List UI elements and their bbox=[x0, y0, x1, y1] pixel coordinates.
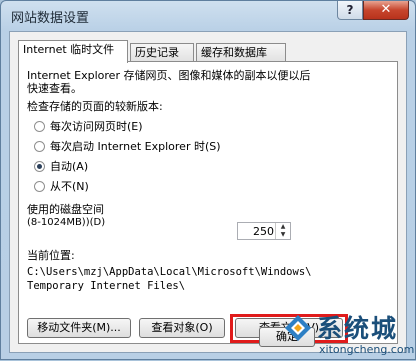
description-line-2: 快速查看。 bbox=[27, 82, 82, 95]
stepper-up-icon[interactable]: ▲ bbox=[276, 223, 290, 231]
site-watermark: 系统城 xitongcheng.com bbox=[283, 307, 416, 361]
help-button[interactable]: ? bbox=[337, 1, 363, 20]
location-label: 当前位置: bbox=[27, 249, 75, 262]
window-title: 网站数据设置 bbox=[11, 11, 90, 26]
tab-temp-files[interactable]: Internet 临时文件 bbox=[18, 40, 128, 63]
settings-dialog: 网站数据设置 ? ✕ Internet 临时文件 历史记录 缓存和数据库 Int… bbox=[0, 0, 416, 360]
check-versions-heading: 检查存储的页面的较新版本: bbox=[27, 100, 163, 113]
watermark-logo-icon bbox=[285, 315, 311, 341]
tab-history[interactable]: 历史记录 bbox=[130, 43, 194, 62]
location-path-line-2: Temporary Internet Files\ bbox=[27, 280, 186, 292]
disk-space-value[interactable]: 250 bbox=[253, 225, 274, 238]
watermark-url: xitongcheng.com bbox=[319, 343, 415, 356]
radio-every-visit[interactable] bbox=[34, 121, 45, 132]
disk-space-stepper[interactable]: 250 ▲ ▼ bbox=[237, 222, 291, 240]
stepper-buttons: ▲ ▼ bbox=[275, 223, 290, 239]
radio-every-start-label[interactable]: 每次启动 Internet Explorer 时(S) bbox=[50, 140, 221, 153]
disk-space-range: (8-1024MB))(D) bbox=[27, 217, 106, 228]
dialog-body: Internet 临时文件 历史记录 缓存和数据库 Internet Explo… bbox=[9, 31, 407, 353]
move-folder-button[interactable]: 移动文件夹(M)... bbox=[27, 318, 131, 338]
tab-cache-databases[interactable]: 缓存和数据库 bbox=[196, 43, 286, 62]
description-line-1: Internet Explorer 存储网页、图像和媒体的副本以便以后 bbox=[27, 69, 311, 82]
view-objects-button[interactable]: 查看对象(O) bbox=[139, 318, 225, 338]
radio-every-visit-label[interactable]: 每次访问网页时(E) bbox=[50, 120, 143, 133]
radio-never[interactable] bbox=[34, 181, 45, 192]
title-bar[interactable]: 网站数据设置 ? ✕ bbox=[1, 1, 415, 31]
close-button[interactable]: ✕ bbox=[363, 1, 409, 20]
disk-space-label: 使用的磁盘空间 bbox=[27, 203, 104, 216]
radio-automatic-label[interactable]: 自动(A) bbox=[50, 160, 88, 173]
radio-automatic[interactable] bbox=[34, 161, 45, 172]
stepper-down-icon[interactable]: ▼ bbox=[276, 231, 290, 239]
radio-never-label[interactable]: 从不(N) bbox=[50, 180, 89, 193]
radio-every-start[interactable] bbox=[34, 141, 45, 152]
watermark-text: 系统城 bbox=[317, 314, 399, 343]
location-path-line-1: C:\Users\mzj\AppData\Local\Microsoft\Win… bbox=[27, 266, 312, 278]
temp-files-panel: Internet Explorer 存储网页、图像和媒体的副本以便以后 快速查看… bbox=[18, 61, 398, 344]
